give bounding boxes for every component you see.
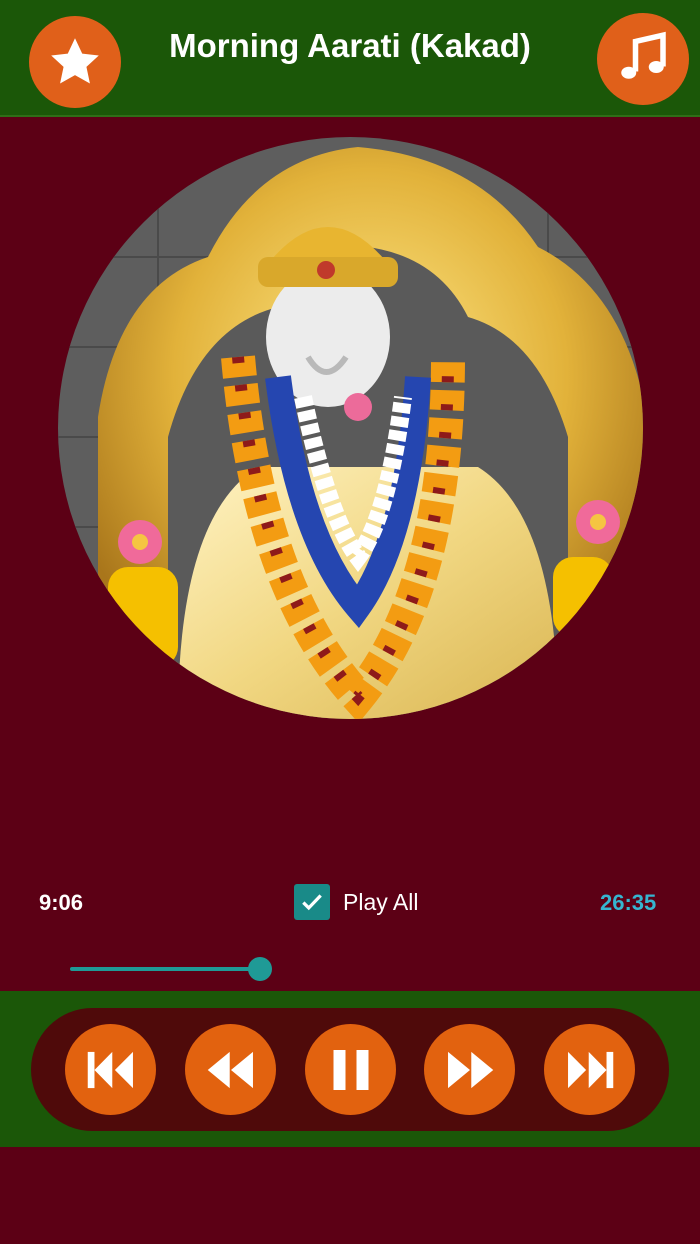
elapsed-time: 9:06 [39, 890, 84, 915]
album-art-image [58, 137, 643, 719]
rewind-button[interactable] [185, 1024, 276, 1115]
app-header: Morning Aarati (Kakad) [0, 0, 700, 117]
skip-next-button[interactable] [544, 1024, 635, 1115]
music-note-icon [621, 31, 666, 79]
seek-bar-progress[interactable] [70, 967, 260, 971]
pause-icon [333, 1049, 368, 1090]
fast-forward-icon [447, 1051, 493, 1088]
play-all-label: Play All [343, 889, 419, 915]
checkmark-icon [302, 894, 322, 911]
pause-button[interactable] [305, 1024, 396, 1115]
page-title: Morning Aarati (Kakad) [169, 27, 531, 64]
skip-previous-button[interactable] [65, 1024, 156, 1115]
seek-bar-thumb[interactable] [248, 957, 272, 981]
total-duration: 26:35 [600, 890, 657, 915]
fast-forward-button[interactable] [424, 1024, 515, 1115]
play-all-checkbox[interactable] [294, 884, 330, 920]
favorite-button[interactable] [29, 16, 121, 108]
skip-previous-icon [87, 1051, 133, 1088]
album-art [58, 137, 643, 719]
star-icon [51, 38, 99, 84]
seek-bar-remaining[interactable] [260, 968, 630, 970]
skip-next-icon [567, 1051, 613, 1088]
rewind-icon [207, 1051, 253, 1088]
playlist-button[interactable] [597, 13, 689, 105]
play-all-toggle[interactable]: Play All [294, 884, 418, 920]
